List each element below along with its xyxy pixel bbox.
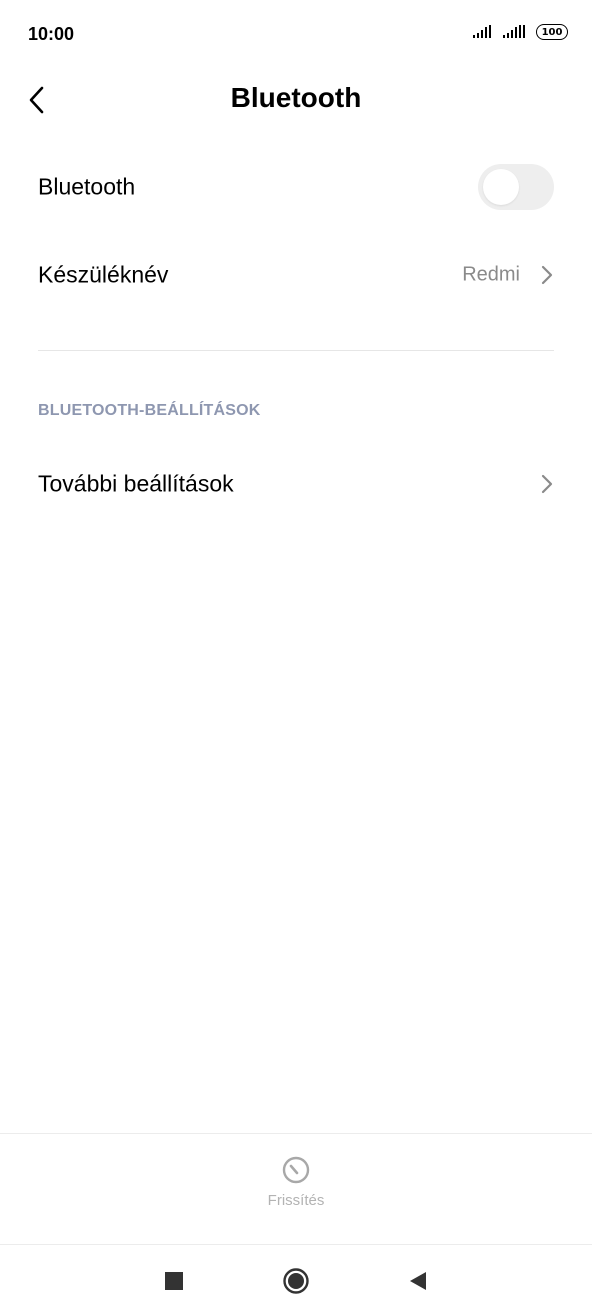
triangle-icon (410, 1272, 426, 1290)
more-settings-label: További beállítások (38, 470, 234, 497)
battery-icon: 100 (536, 24, 568, 40)
recents-button[interactable] (156, 1263, 192, 1299)
signal-icon (472, 25, 494, 39)
header: Bluetooth (0, 70, 592, 130)
refresh-icon (282, 1156, 310, 1184)
refresh-label: Frissítés (267, 1192, 325, 1209)
square-icon (165, 1272, 183, 1290)
refresh-button[interactable]: Frissítés (246, 1154, 346, 1234)
status-bar: 10:00 100 (0, 0, 592, 70)
device-name-row[interactable]: Készüléknév Redmi (0, 235, 592, 315)
status-time: 10:00 (28, 24, 75, 44)
bluetooth-row[interactable]: Bluetooth (0, 147, 592, 227)
section-header: BLUETOOTH-BEÁLLÍTÁSOK (38, 402, 261, 419)
nav-bar (0, 1245, 592, 1316)
circle-icon (283, 1268, 309, 1294)
device-name-value: Redmi (462, 263, 520, 286)
more-settings-row[interactable]: További beállítások (0, 444, 592, 524)
section-divider (38, 350, 554, 351)
bluetooth-toggle[interactable] (478, 164, 554, 210)
back-nav-button[interactable] (400, 1263, 436, 1299)
page-title: Bluetooth (230, 82, 362, 113)
status-icons: 100 (472, 24, 568, 40)
refresh-area: Frissítés (0, 1134, 592, 1244)
home-button[interactable] (278, 1263, 314, 1299)
chevron-right-icon (541, 474, 553, 494)
signal-icon-2 (502, 25, 528, 39)
bluetooth-label: Bluetooth (38, 173, 136, 200)
toggle-knob (483, 169, 519, 205)
chevron-right-icon (541, 265, 553, 285)
device-name-label: Készüléknév (38, 261, 169, 288)
